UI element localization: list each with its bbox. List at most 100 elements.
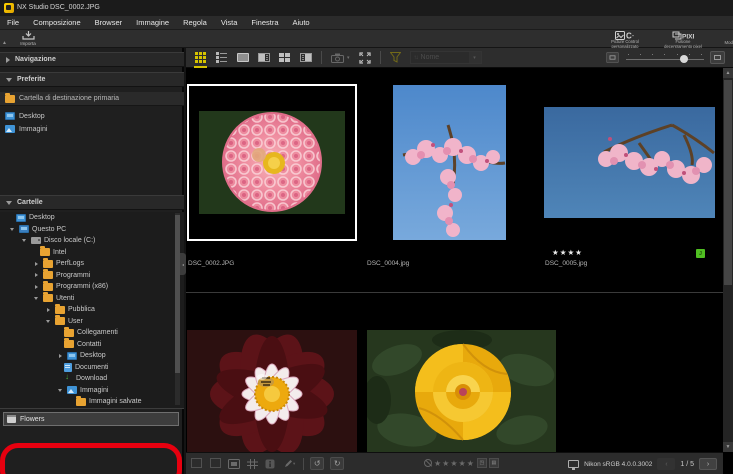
import-label: Importa (20, 41, 36, 46)
view-list-button[interactable] (215, 52, 228, 64)
content-scrollbar-thumb[interactable] (724, 80, 732, 285)
tree-item-questo-pc[interactable]: Questo PC (0, 224, 184, 236)
rotate-left-button[interactable]: ↺ (310, 457, 324, 470)
copy-icon (193, 460, 202, 468)
pixel-shift-button[interactable]: PIXEL Fusione decentramento pixel (657, 31, 709, 50)
retouch-button[interactable]: ▾ (282, 459, 295, 469)
thumbnail-dsc0002[interactable] (187, 84, 357, 241)
section-header-favorites[interactable]: Preferite (0, 72, 184, 87)
sort-dropdown[interactable]: ↑↓ Nome ▾ (410, 51, 482, 64)
view-single-button[interactable] (236, 52, 249, 64)
slider-thumb[interactable] (680, 55, 688, 63)
toolbar-collapse-icon[interactable]: ▲ (2, 40, 7, 46)
protect-icon[interactable]: ▤ (489, 458, 499, 468)
folders-header-label: Cartelle (17, 199, 43, 206)
tree-item-documenti[interactable]: Documenti (0, 362, 184, 374)
tree-item-immagini[interactable]: Immagini (0, 385, 184, 397)
favorites-header-label: Preferite (17, 76, 45, 83)
tree-item-desktop-user[interactable]: Desktop (0, 350, 184, 362)
thumbnail-dark-dahlia[interactable] (187, 330, 357, 452)
tree-item-contatti[interactable]: Contatti (0, 339, 184, 351)
menu-composizione[interactable]: Composizione (26, 18, 88, 27)
tree-item-programmi[interactable]: Programmi (0, 270, 184, 282)
tree-item-utenti[interactable]: Utenti (0, 293, 184, 305)
tree-item-immagini-salvate[interactable]: Immagini salvate (0, 396, 184, 408)
move-images-button[interactable] (212, 460, 221, 468)
favorite-pictures[interactable]: Immagini (0, 123, 184, 135)
label-tag-icon[interactable]: ◳ (477, 458, 487, 468)
tree-item-disco-locale[interactable]: Disco locale (C:) (0, 235, 184, 247)
collapsed-icon (35, 273, 38, 277)
thumbnail-yellow-rose[interactable] (367, 330, 556, 452)
info-icon (265, 459, 275, 469)
grid-small-button[interactable] (247, 459, 258, 469)
pictures-icon (67, 386, 77, 394)
rating-stars-empty[interactable]: ★★★★★ (434, 459, 475, 468)
view-quad-button[interactable] (278, 52, 291, 64)
tree-item-perflogs[interactable]: PerfLogs (0, 258, 184, 270)
import-toolbar: ▲ Importa C Picture Control personalizza… (0, 30, 733, 48)
large-thumbnail-icon[interactable] (710, 51, 725, 64)
tree-item-programmi-x86[interactable]: Programmi (x86) (0, 281, 184, 293)
thumbnail-dsc0004[interactable] (393, 85, 506, 240)
dark-dahlia-bee-photo (187, 330, 357, 452)
tree-item-collegamenti[interactable]: Collegamenti (0, 327, 184, 339)
thumbnail-dsc0005[interactable] (544, 107, 715, 218)
quad-view-icon (279, 53, 290, 62)
scroll-down-icon[interactable]: ▼ (723, 442, 733, 452)
favorite-desktop[interactable]: Desktop (0, 110, 184, 122)
tree-item-intel[interactable]: Intel (0, 247, 184, 259)
filename-label: DSC_0004.jpg (367, 260, 409, 267)
previous-image-button[interactable]: ‹ (657, 458, 675, 470)
section-header-folders[interactable]: Cartelle (0, 195, 184, 210)
menu-immagine[interactable]: Immagine (129, 18, 176, 27)
menu-finestra[interactable]: Finestra (244, 18, 285, 27)
scroll-up-icon[interactable]: ▲ (723, 68, 733, 78)
collapsed-icon (35, 285, 38, 289)
section-header-navigation[interactable]: Navigazione (0, 52, 184, 67)
sidebar-collapse-handle[interactable]: ◂ (180, 253, 186, 275)
thumbnail-size-slider[interactable] (626, 52, 704, 64)
pink-dahlia-photo (199, 111, 345, 214)
desktop-icon (67, 352, 77, 360)
truncated-right-label: Mod (724, 40, 733, 45)
menu-aiuto[interactable]: Aiuto (286, 18, 317, 27)
rating-stars[interactable]: ★★★★ (552, 248, 583, 257)
rating-control: ★★★★★ ◳ ▤ (424, 458, 499, 468)
camera-view-button[interactable]: ▾ (331, 53, 350, 63)
title-bar: NX Studio DSC_0002.JPG (0, 0, 733, 16)
filmstrip-button[interactable] (228, 459, 240, 469)
tree-scrollbar[interactable] (175, 213, 180, 405)
tree-item-desktop[interactable]: Desktop (0, 212, 184, 224)
no-rating-icon[interactable] (424, 459, 432, 467)
tree-item-pubblica[interactable]: Pubblica (0, 304, 184, 316)
content-scrollbar[interactable]: ▲ ▼ (723, 68, 733, 452)
menu-vista[interactable]: Vista (214, 18, 245, 27)
view-split2-button[interactable] (299, 52, 312, 64)
favorite-primary-destination[interactable]: Cartella di destinazione primaria (0, 92, 184, 106)
sort-dropdown-arrow[interactable]: ▾ (469, 52, 481, 63)
copy-images-button[interactable] (193, 460, 202, 468)
grid-view-icon (195, 52, 206, 63)
tree-item-download[interactable]: Download (0, 373, 184, 385)
brush-icon (282, 459, 292, 469)
tree-scrollbar-thumb[interactable] (175, 215, 180, 373)
menu-browser[interactable]: Browser (88, 18, 130, 27)
image-browser: ▾ ↑↓ Nome ▾ (186, 48, 733, 474)
rotate-right-button[interactable]: ↻ (330, 457, 344, 470)
import-button[interactable]: Importa (10, 31, 46, 47)
filter-button[interactable] (390, 52, 401, 63)
info-button[interactable] (265, 459, 275, 469)
folder-icon (76, 398, 86, 406)
view-grid-button[interactable] (194, 52, 207, 64)
picture-control-button[interactable]: C Picture Control personalizzato (599, 31, 651, 50)
tree-item-flowers-selected[interactable]: Flowers (3, 412, 179, 426)
menu-regola[interactable]: Regola (176, 18, 214, 27)
menu-file[interactable]: File (0, 18, 26, 27)
small-thumbnail-icon[interactable] (606, 52, 619, 63)
fullscreen-button[interactable] (359, 52, 371, 64)
view-split-button[interactable] (257, 52, 270, 64)
expand-icon (34, 297, 38, 300)
next-image-button[interactable]: › (699, 458, 717, 470)
tree-item-user[interactable]: User (0, 316, 184, 328)
